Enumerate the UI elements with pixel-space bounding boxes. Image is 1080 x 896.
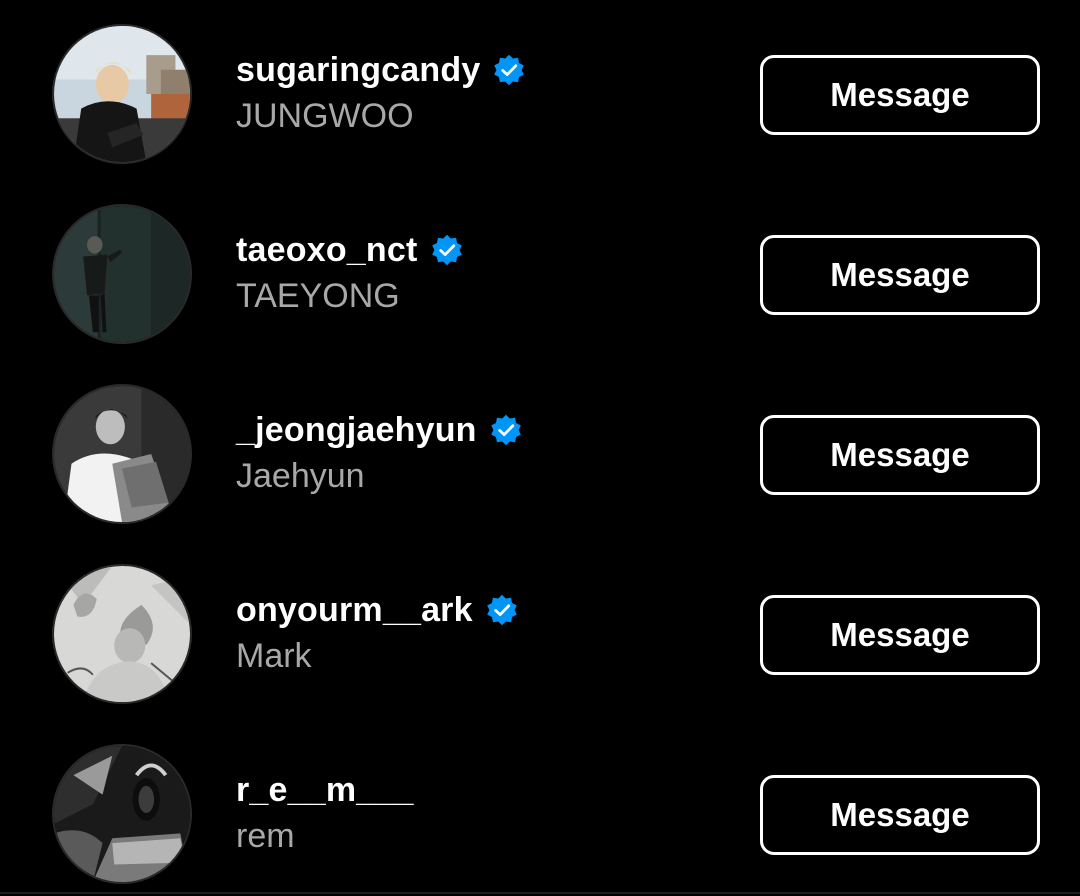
account-names: onyourm__ark Mark [236, 588, 519, 678]
account-row[interactable]: r_e__m___ rem Message [0, 720, 1080, 896]
avatar[interactable] [52, 744, 192, 884]
divider [0, 892, 1080, 894]
profile-photo-icon [54, 26, 190, 162]
profile-photo-icon [54, 386, 190, 522]
account-names: r_e__m___ rem [236, 768, 414, 858]
username[interactable]: sugaringcandy [236, 51, 480, 90]
avatar[interactable] [52, 564, 192, 704]
message-button[interactable]: Message [760, 55, 1040, 135]
full-name: Jaehyun [236, 457, 365, 495]
avatar[interactable] [52, 204, 192, 344]
avatar[interactable] [52, 24, 192, 164]
profile-photo-icon [54, 746, 190, 882]
account-names: sugaringcandy JUNGWOO [236, 48, 526, 138]
message-button[interactable]: Message [760, 235, 1040, 315]
username[interactable]: onyourm__ark [236, 591, 473, 630]
username[interactable]: _jeongjaehyun [236, 411, 477, 450]
message-button[interactable]: Message [760, 595, 1040, 675]
account-row[interactable]: taeoxo_nct TAEYONG Message [0, 180, 1080, 360]
verified-badge-icon [492, 53, 526, 87]
account-names: _jeongjaehyun Jaehyun [236, 408, 523, 498]
username-line: _jeongjaehyun [236, 408, 523, 452]
username-line: taeoxo_nct [236, 228, 464, 272]
username-line: onyourm__ark [236, 588, 519, 632]
account-row[interactable]: _jeongjaehyun Jaehyun Message [0, 360, 1080, 540]
account-names: taeoxo_nct TAEYONG [236, 228, 464, 318]
profile-photo-icon [54, 566, 190, 702]
verified-badge-icon [489, 413, 523, 447]
verified-badge-icon [485, 593, 519, 627]
full-name: JUNGWOO [236, 97, 414, 135]
username[interactable]: taeoxo_nct [236, 231, 418, 270]
avatar[interactable] [52, 384, 192, 524]
profile-photo-icon [54, 206, 190, 342]
verified-badge-icon [430, 233, 464, 267]
message-button[interactable]: Message [760, 775, 1040, 855]
username[interactable]: r_e__m___ [236, 771, 414, 810]
account-row[interactable]: onyourm__ark Mark Message [0, 540, 1080, 720]
full-name: rem [236, 817, 295, 855]
username-line: r_e__m___ [236, 768, 414, 812]
full-name: TAEYONG [236, 277, 400, 315]
message-button[interactable]: Message [760, 415, 1040, 495]
following-list: sugaringcandy JUNGWOO Message taeoxo_nct… [0, 0, 1080, 896]
full-name: Mark [236, 637, 312, 675]
username-line: sugaringcandy [236, 48, 526, 92]
account-row[interactable]: sugaringcandy JUNGWOO Message [0, 0, 1080, 180]
